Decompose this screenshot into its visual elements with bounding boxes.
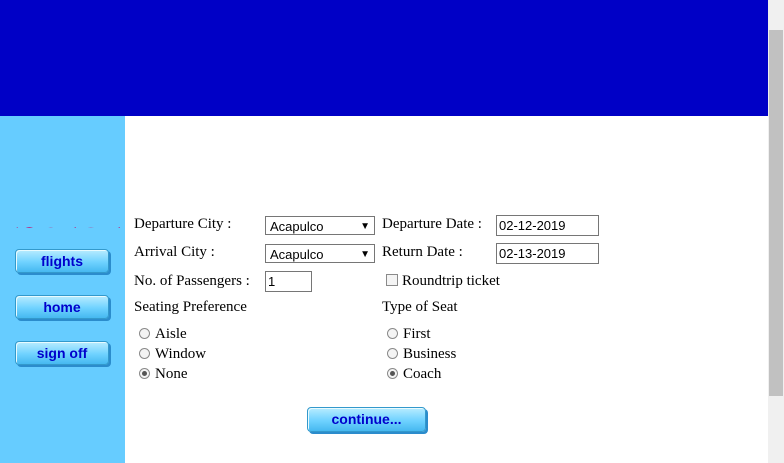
roundtrip-label: Roundtrip ticket xyxy=(402,273,500,289)
seat-first-label: First xyxy=(403,326,431,342)
seating-none-radio[interactable] xyxy=(139,368,150,379)
seat-coach-label: Coach xyxy=(403,366,442,382)
departure-date-input[interactable]: 02-12-2019 xyxy=(496,215,599,236)
vertical-scrollbar[interactable] xyxy=(768,0,784,463)
home-button[interactable]: home xyxy=(15,295,109,319)
seating-preference-label: Seating Preference xyxy=(134,299,247,315)
seating-none-label: None xyxy=(155,366,188,382)
dropdown-arrow-icon: ▼ xyxy=(360,249,370,260)
seat-business-label: Business xyxy=(403,346,457,362)
continue-button[interactable]: continue... xyxy=(307,407,426,432)
header-banner xyxy=(0,0,768,116)
return-date-label: Return Date : xyxy=(382,244,463,260)
seating-window-label: Window xyxy=(155,346,207,362)
sign-off-button[interactable]: sign off xyxy=(15,341,109,365)
flights-button[interactable]: flights xyxy=(15,249,109,273)
arrival-city-label: Arrival City : xyxy=(134,244,215,260)
arrival-city-select[interactable]: Acapulco ▼ xyxy=(265,244,375,263)
departure-date-label: Departure Date : xyxy=(382,216,482,232)
seating-window-radio[interactable] xyxy=(139,348,150,359)
seat-business-radio[interactable] xyxy=(387,348,398,359)
decorative-logo-fragment xyxy=(4,220,122,228)
sidebar xyxy=(0,116,125,463)
arrival-city-value: Acapulco xyxy=(270,247,324,262)
dropdown-arrow-icon: ▼ xyxy=(360,221,370,232)
seating-aisle-radio[interactable] xyxy=(139,328,150,339)
seat-type-label: Type of Seat xyxy=(382,299,458,315)
departure-city-select[interactable]: Acapulco ▼ xyxy=(265,216,375,235)
passengers-input[interactable]: 1 xyxy=(265,271,312,292)
seat-first-radio[interactable] xyxy=(387,328,398,339)
scrollbar-thumb[interactable] xyxy=(769,30,783,396)
departure-city-label: Departure City : xyxy=(134,216,232,232)
seating-aisle-label: Aisle xyxy=(155,326,187,342)
return-date-input[interactable]: 02-13-2019 xyxy=(496,243,599,264)
seat-coach-radio[interactable] xyxy=(387,368,398,379)
departure-city-value: Acapulco xyxy=(270,219,324,234)
passengers-label: No. of Passengers : xyxy=(134,273,250,289)
roundtrip-checkbox[interactable] xyxy=(386,274,398,286)
